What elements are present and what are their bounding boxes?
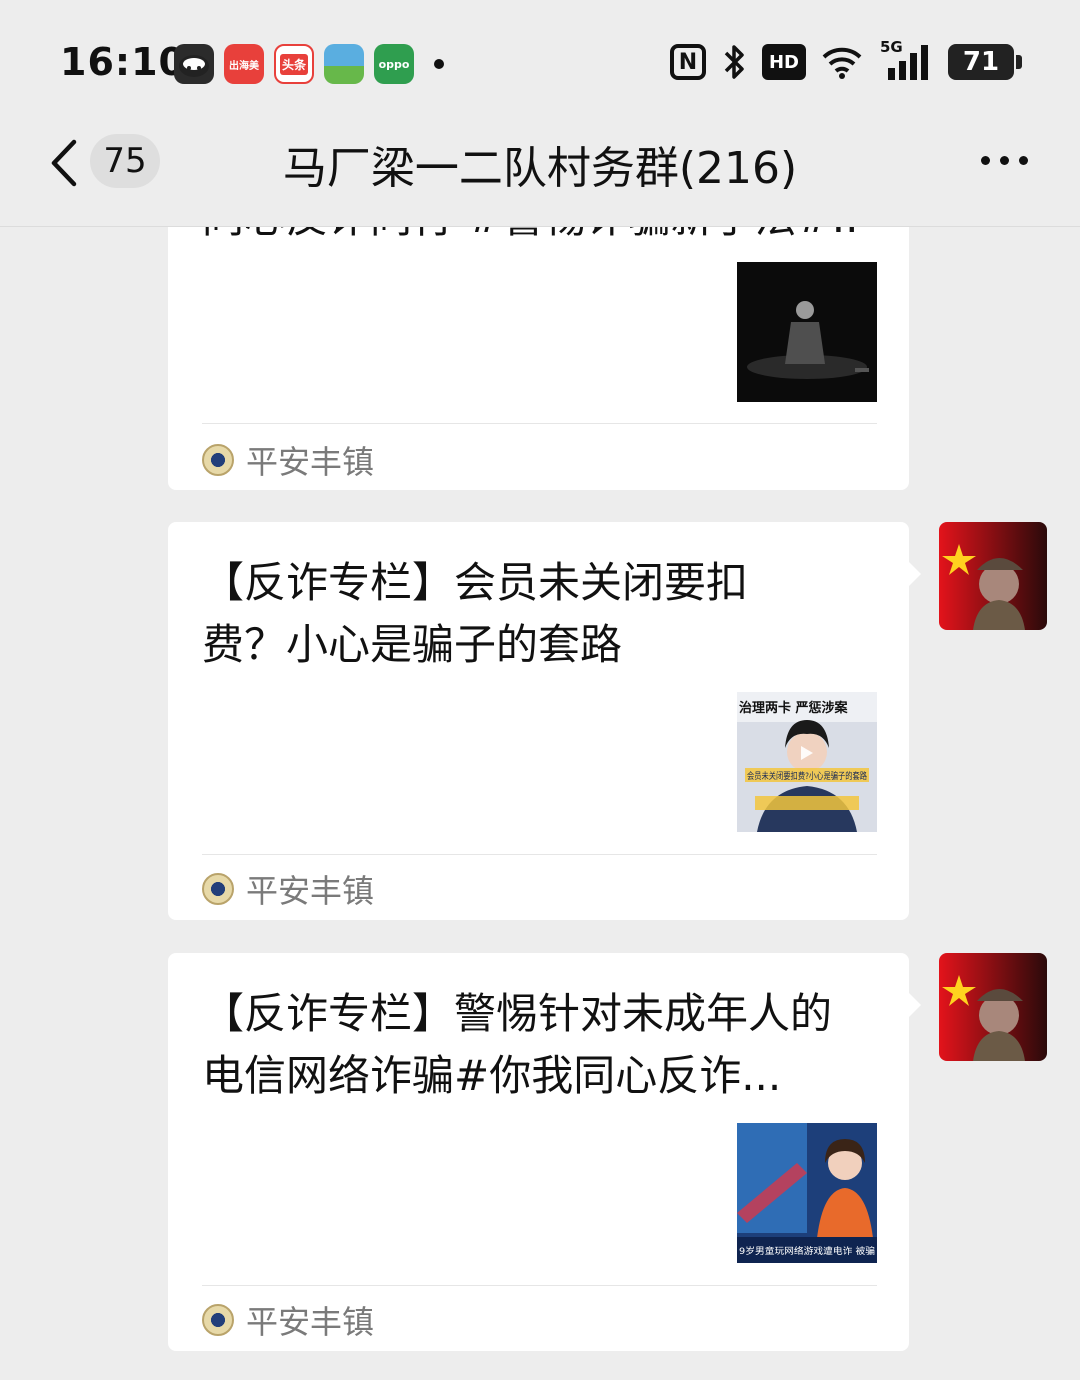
system-status-icons: N HD 5G 71 <box>670 38 1022 82</box>
bluetooth-icon <box>722 42 746 82</box>
video-thumbnail-policewoman[interactable]: 治理两卡 严惩涉案 会员未关闭要扣费?小心是骗子的套路 <box>737 692 877 832</box>
card-divider <box>202 423 877 424</box>
landscape-app-icon <box>324 44 364 84</box>
wifi-icon <box>822 42 862 82</box>
chat-message-list[interactable]: 同心反诈同行 #警惕诈骗新手法#... 平安丰镇 【反诈专栏】会员未关闭要扣费？… <box>0 227 1080 1380</box>
back-chevron-icon[interactable] <box>46 138 86 188</box>
bubble-tail <box>909 993 921 1017</box>
card-title: 同心反诈同行 #警惕诈骗新手法#... <box>202 227 862 249</box>
hd-voice-icon: HD <box>762 44 806 80</box>
battery-icon: 71 <box>948 44 1022 80</box>
notification-app-icons: 出海美 头条 oppo <box>174 44 444 84</box>
thumbnail-caption: 9岁男童玩网络游戏遭电诈 被骗 <box>739 1245 875 1257</box>
toutiao-app-icon: 头条 <box>274 44 314 84</box>
card-title: 【反诈专栏】会员未关闭要扣费？小心是骗子的套路 <box>202 558 749 669</box>
card-divider <box>202 1285 877 1286</box>
police-badge-icon <box>202 444 234 476</box>
police-badge-icon <box>202 873 234 905</box>
card-title: 【反诈专栏】警惕针对未成年人的电信网络诈骗#你我同心反诈... <box>202 989 833 1100</box>
chuhaomei-app-icon: 出海美 <box>224 44 264 84</box>
chat-header: 75 马厂梁一二队村务群(216) <box>0 120 1080 227</box>
video-thumbnail-officer[interactable] <box>737 262 877 402</box>
sender-avatar[interactable] <box>939 953 1047 1061</box>
thumbnail-caption: 治理两卡 严惩涉案 <box>739 700 849 716</box>
shared-video-card[interactable]: 【反诈专栏】会员未关闭要扣费？小心是骗子的套路 治理两卡 严惩涉案 会员未关闭要… <box>168 522 921 920</box>
shared-video-card[interactable]: 同心反诈同行 #警惕诈骗新手法#... 平安丰镇 <box>168 227 909 490</box>
card-divider <box>202 854 877 855</box>
oppo-app-icon: oppo <box>374 44 414 84</box>
source-name: 平安丰镇 <box>246 872 375 910</box>
shared-video-card[interactable]: 【反诈专栏】警惕针对未成年人的电信网络诈骗#你我同心反诈... 9岁男童玩网络游… <box>168 953 921 1351</box>
more-options-icon[interactable] <box>981 156 1028 165</box>
card-source: 平安丰镇 <box>202 1297 374 1343</box>
status-bar: 16:10 出海美 头条 oppo N HD 5G 71 <box>0 0 1080 120</box>
clock: 16:10 <box>60 40 186 84</box>
chat-title: 马厂梁一二队村务群(216) <box>282 143 798 194</box>
nfc-icon: N <box>670 44 706 80</box>
unread-count-badge[interactable]: 75 <box>90 134 160 188</box>
bubble-tail <box>909 562 921 586</box>
more-notifications-dot <box>434 59 444 69</box>
police-badge-icon <box>202 1304 234 1336</box>
card-source: 平安丰镇 <box>202 866 374 912</box>
card-source: 平安丰镇 <box>202 437 374 483</box>
cartoon-app-icon <box>174 44 214 84</box>
source-name: 平安丰镇 <box>246 443 375 481</box>
video-thumbnail-news-anchor[interactable]: 9岁男童玩网络游戏遭电诈 被骗 <box>737 1123 877 1263</box>
sender-avatar[interactable] <box>939 522 1047 630</box>
cellular-signal-icon: 5G <box>878 38 932 82</box>
thumbnail-overlay-text: 会员未关闭要扣费?小心是骗子的套路 <box>747 770 867 782</box>
source-name: 平安丰镇 <box>246 1303 375 1341</box>
